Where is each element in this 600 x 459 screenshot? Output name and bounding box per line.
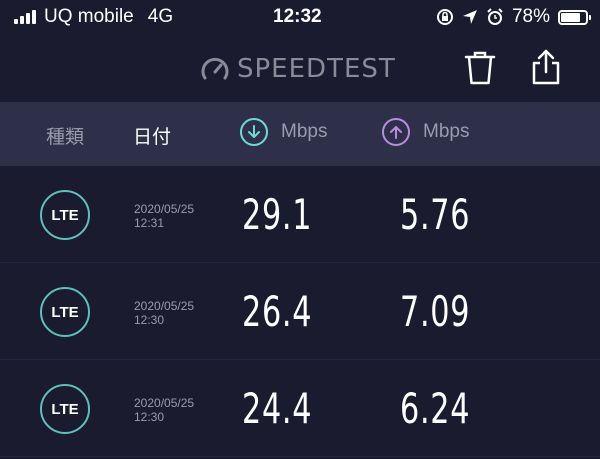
delete-button[interactable] [463,50,497,86]
column-header-upload[interactable]: Mbps [382,118,469,146]
result-date: 2020/05/25 [134,396,195,410]
result-date: 2020/05/25 [134,299,195,313]
result-datetime: 2020/05/25 12:31 [134,202,194,230]
trash-icon [464,51,496,85]
result-datetime: 2020/05/25 12:30 [134,299,194,327]
results-header: 種類 日付 Mbps Mbps [0,102,600,166]
download-arrow-icon [240,118,268,146]
upload-speed: 5.76 [400,190,471,239]
results-list: LTE 2020/05/25 12:31 29.1 5.76 LTE 2020/… [0,166,600,457]
result-row[interactable]: LTE 2020/05/25 12:30 24.4 6.24 [0,360,600,457]
connection-type-badge: LTE [40,287,90,337]
download-speed: 26.4 [242,287,313,336]
alarm-icon [487,8,503,25]
share-icon [532,49,560,85]
status-bar-right: 78% [436,6,591,28]
logo-text: SPEEDTEST [237,54,396,84]
result-time: 12:30 [134,410,165,424]
column-header-date[interactable]: 日付 [133,122,171,149]
connection-type-badge: LTE [40,190,90,240]
status-bar: UQ mobile 4G 12:32 78% [0,0,600,34]
upload-unit-label: Mbps [423,121,470,142]
carrier-name: UQ mobile [44,6,134,27]
clock: 12:32 [273,6,322,27]
signal-strength-icon [14,10,36,24]
result-time: 12:30 [134,313,165,327]
location-icon [462,10,477,24]
speedometer-icon [201,57,229,80]
column-header-download[interactable]: Mbps [240,118,327,146]
speedtest-logo: SPEEDTEST [200,54,396,84]
app-toolbar: SPEEDTEST [0,34,600,102]
download-speed: 29.1 [242,190,313,239]
upload-speed: 7.09 [400,287,471,336]
battery-percentage: 78% [511,6,550,27]
rotation-lock-icon [436,9,453,25]
network-type: 4G [147,6,174,27]
share-button[interactable] [530,48,562,86]
result-datetime: 2020/05/25 12:30 [134,396,194,424]
battery-icon [558,9,591,25]
download-speed: 24.4 [242,384,313,433]
upload-arrow-icon [382,118,410,146]
status-bar-left: UQ mobile 4G [14,6,173,28]
result-row[interactable]: LTE 2020/05/25 12:31 29.1 5.76 [0,166,600,263]
connection-type-badge: LTE [40,384,90,434]
result-time: 12:31 [134,216,165,230]
result-date: 2020/05/25 [134,202,195,216]
download-unit-label: Mbps [281,121,328,142]
column-header-type[interactable]: 種類 [46,122,84,149]
battery-level [561,12,580,22]
result-row[interactable]: LTE 2020/05/25 12:30 26.4 7.09 [0,263,600,360]
upload-speed: 6.24 [400,384,471,433]
